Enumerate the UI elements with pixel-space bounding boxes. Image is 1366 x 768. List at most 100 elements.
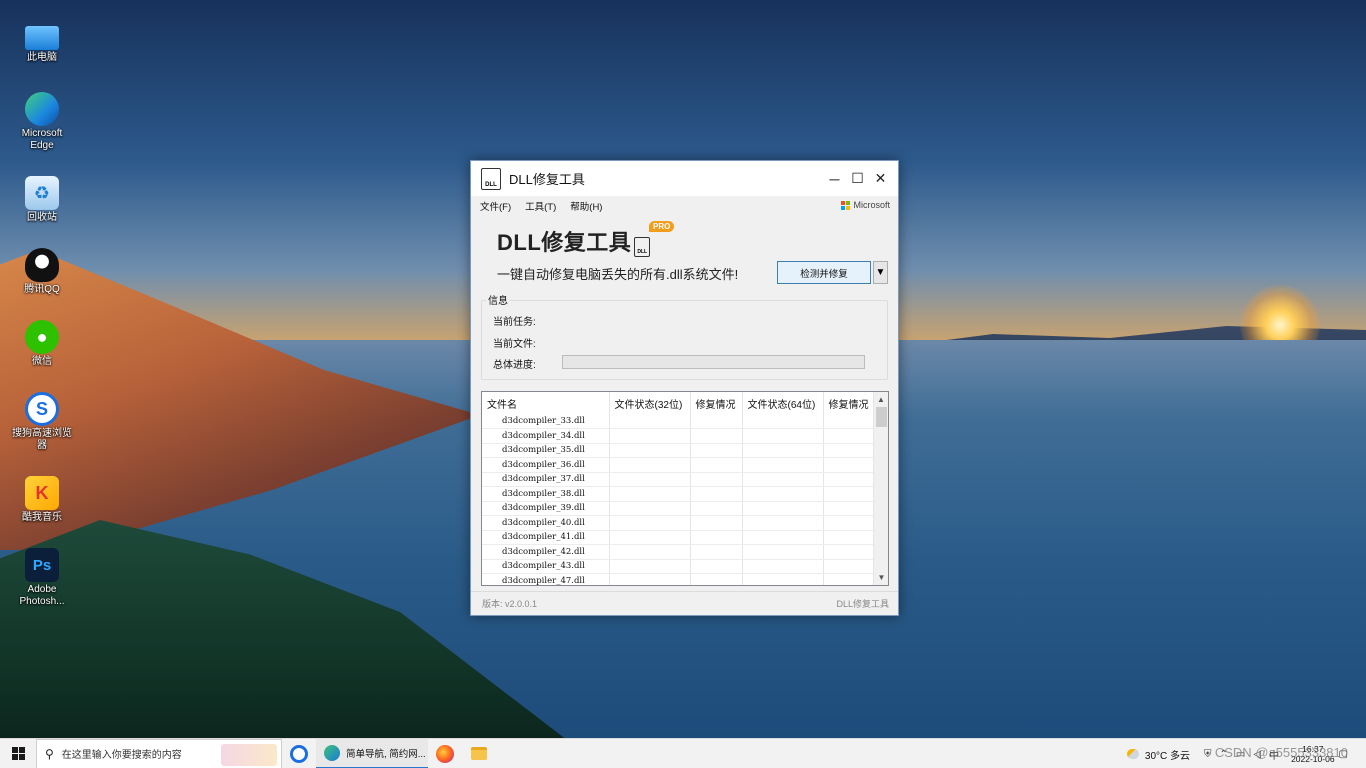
status-cell <box>823 472 876 487</box>
slogan: 一键自动修复电脑丢失的所有.dll系统文件! <box>497 267 739 282</box>
status-bar: 版本: v2.0.0.1 DLL修复工具 <box>471 591 898 615</box>
menu-bar: 文件(F) 工具(T) 帮助(H) Microsoft <box>471 196 898 216</box>
status-cell <box>742 515 824 531</box>
dll-repair-window: DLL DLL修复工具 ─ ☐ ✕ 文件(F) 工具(T) 帮助(H) Micr… <box>470 160 899 616</box>
desktop-icon-wechat[interactable]: ● 微信 <box>14 320 70 380</box>
table-row[interactable]: d3dcompiler_38.dll <box>482 486 876 502</box>
csdn-watermark: CSDN @a5555333810 <box>1214 745 1348 760</box>
taskbar-search-box[interactable]: ⚲ 在这里输入你要搜索的内容 <box>36 738 282 768</box>
status-cell <box>742 559 824 574</box>
dll-filename-cell: d3dcompiler_38.dll <box>482 486 610 502</box>
total-progress-label: 总体进度: <box>493 360 536 371</box>
security-shield-icon[interactable]: ⛨ <box>1204 749 1212 760</box>
folder-icon <box>471 747 487 760</box>
recycle-bin-icon: ♻ <box>25 176 59 210</box>
status-cell <box>823 544 876 560</box>
table-row[interactable]: d3dcompiler_42.dll <box>482 544 876 560</box>
status-cell <box>609 515 691 531</box>
menu-file[interactable]: 文件(F) <box>480 199 511 213</box>
desktop-icon-qq[interactable]: 腾讯QQ <box>14 248 70 308</box>
dll-filename-cell: d3dcompiler_34.dll <box>482 428 610 444</box>
status-app-name: DLL修复工具 <box>836 599 889 609</box>
status-cell <box>742 486 824 502</box>
table-row[interactable]: d3dcompiler_36.dll <box>482 457 876 473</box>
weather-widget[interactable]: 30°C 多云 <box>1126 747 1190 762</box>
microsoft-logo-icon <box>841 200 851 210</box>
status-cell <box>690 457 743 473</box>
status-cell <box>690 544 743 560</box>
status-cell <box>823 486 876 502</box>
taskbar-sogou-browser[interactable] <box>282 739 316 768</box>
scroll-down-icon[interactable]: ▼ <box>874 570 888 585</box>
desktop-icon-kuwo-music[interactable]: K 酷我音乐 <box>14 476 70 536</box>
status-cell <box>742 414 824 429</box>
status-cell <box>609 573 691 585</box>
table-row[interactable]: d3dcompiler_35.dll <box>482 443 876 458</box>
column-header-status-32[interactable]: 文件状态(32位) <box>609 392 691 414</box>
table-row[interactable]: d3dcompiler_33.dll <box>482 414 876 429</box>
taskbar-file-explorer[interactable] <box>462 739 496 768</box>
total-progress-bar <box>562 355 865 369</box>
table-row[interactable]: d3dcompiler_34.dll <box>482 428 876 444</box>
status-cell <box>742 443 824 458</box>
table-row[interactable]: d3dcompiler_37.dll <box>482 472 876 487</box>
status-cell <box>742 530 824 545</box>
taskbar-firefox[interactable] <box>428 739 462 768</box>
current-file-label: 当前文件: <box>493 339 536 350</box>
info-group-label: 信息 <box>486 292 510 307</box>
status-cell <box>609 443 691 458</box>
dll-filename-cell: d3dcompiler_37.dll <box>482 472 610 487</box>
window-titlebar[interactable]: DLL DLL修复工具 ─ ☐ ✕ <box>471 161 898 196</box>
table-header-row: 文件名 文件状态(32位) 修复情况 文件状态(64位) 修复情况 <box>482 392 876 414</box>
dll-file-icon: DLL <box>634 237 651 257</box>
column-header-status-64[interactable]: 文件状态(64位) <box>742 392 824 414</box>
windows-start-icon[interactable] <box>0 739 36 768</box>
qq-icon <box>25 248 59 282</box>
table-row[interactable]: d3dcompiler_43.dll <box>482 559 876 574</box>
status-cell <box>823 559 876 574</box>
minimize-button[interactable]: ─ <box>823 167 846 190</box>
desktop-icon-recycle-bin[interactable]: ♻ 回收站 <box>14 176 70 236</box>
column-header-filename[interactable]: 文件名 <box>482 392 610 414</box>
table-row[interactable]: d3dcompiler_40.dll <box>482 515 876 531</box>
desktop-icon-photoshop[interactable]: Ps Adobe Photosh... <box>14 548 70 608</box>
scroll-up-icon[interactable]: ▲ <box>874 392 888 407</box>
search-highlight-image <box>221 743 277 766</box>
status-cell <box>823 414 876 429</box>
detect-and-repair-button[interactable]: 检测并修复 <box>777 261 871 284</box>
version-label: 版本: v2.0.0.1 <box>482 599 538 609</box>
chevron-down-icon[interactable]: ▼ <box>873 261 888 284</box>
close-button[interactable]: ✕ <box>869 167 892 190</box>
status-cell <box>823 515 876 531</box>
status-cell <box>609 501 691 516</box>
desktop-icon-edge[interactable]: Microsoft Edge <box>14 92 70 164</box>
status-cell <box>609 472 691 487</box>
taskbar: ⚲ 在这里输入你要搜索的内容 简单导航, 简约网... 30°C 多云 ⛨ ⌃ … <box>0 738 1366 768</box>
status-cell <box>690 501 743 516</box>
column-header-repair-32[interactable]: 修复情况 <box>690 392 743 414</box>
dll-file-table[interactable]: 文件名 文件状态(32位) 修复情况 文件状态(64位) 修复情况 d3dcom… <box>481 391 889 586</box>
search-placeholder: 在这里输入你要搜索的内容 <box>61 750 182 761</box>
sogou-browser-icon: S <box>25 392 59 426</box>
dll-filename-cell: d3dcompiler_33.dll <box>482 414 610 429</box>
status-cell <box>609 544 691 560</box>
computer-icon <box>25 26 59 50</box>
table-scrollbar[interactable]: ▲ ▼ <box>873 392 888 585</box>
dll-filename-cell: d3dcompiler_39.dll <box>482 501 610 516</box>
menu-help[interactable]: 帮助(H) <box>570 199 602 213</box>
table-row[interactable]: d3dcompiler_39.dll <box>482 501 876 516</box>
menu-tools[interactable]: 工具(T) <box>525 199 556 213</box>
desktop-icon-sogou-browser[interactable]: S 搜狗高速浏览器 <box>12 392 72 464</box>
status-cell <box>690 573 743 585</box>
microsoft-badge: Microsoft <box>841 200 890 210</box>
status-cell <box>690 443 743 458</box>
scrollbar-thumb[interactable] <box>876 407 887 427</box>
maximize-button[interactable]: ☐ <box>846 167 869 190</box>
taskbar-edge-window[interactable]: 简单导航, 简约网... <box>316 738 428 768</box>
dll-filename-cell: d3dcompiler_35.dll <box>482 443 610 458</box>
column-header-repair-64[interactable]: 修复情况 <box>823 392 876 414</box>
table-row[interactable]: d3dcompiler_41.dll <box>482 530 876 545</box>
status-cell <box>609 486 691 502</box>
table-row[interactable]: d3dcompiler_47.dll <box>482 573 876 585</box>
desktop-icon-this-pc[interactable]: 此电脑 <box>14 20 70 80</box>
